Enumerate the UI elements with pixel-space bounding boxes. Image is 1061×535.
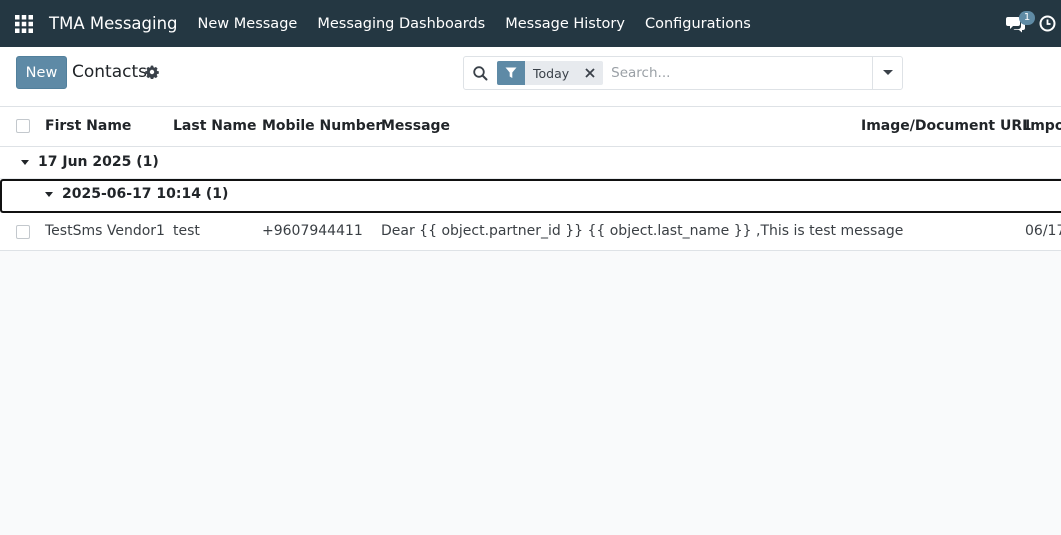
filter-facet: Today: [497, 61, 604, 85]
search-input[interactable]: [611, 58, 872, 88]
column-image-document-url[interactable]: Image/Document URL: [861, 118, 1031, 134]
chat-icon[interactable]: 1: [1001, 0, 1035, 47]
breadcrumb-title: Contacts: [72, 62, 147, 82]
cell-first-name: TestSms Vendor1: [45, 223, 165, 239]
cell-last-name: test: [173, 223, 200, 239]
menu-configurations[interactable]: Configurations: [635, 16, 761, 32]
menu-messaging-dashboards[interactable]: Messaging Dashboards: [307, 16, 495, 32]
caret-down-icon: [21, 160, 29, 165]
column-last-name[interactable]: Last Name: [173, 118, 257, 134]
caret-down-icon[interactable]: [872, 57, 902, 89]
search-icon[interactable]: [464, 57, 496, 89]
group-row-date[interactable]: 17 Jun 2025 (1): [0, 147, 1061, 179]
control-panel: New Contacts Today: [0, 47, 1061, 107]
column-message[interactable]: Message: [381, 118, 450, 134]
clock-icon[interactable]: [1039, 0, 1061, 47]
cell-mobile-number: +9607944411: [262, 223, 363, 239]
search-bar: Today: [463, 56, 903, 90]
filter-facet-label: Today: [525, 61, 578, 85]
contacts-list: First Name Last Name Mobile Number Messa…: [0, 107, 1061, 251]
group-row-datetime[interactable]: 2025-06-17 10:14 (1): [0, 179, 1061, 213]
row-checkbox[interactable]: [16, 225, 30, 239]
cell-import: 06/17: [1025, 223, 1061, 239]
column-first-name[interactable]: First Name: [45, 118, 131, 134]
chat-count-badge: 1: [1019, 11, 1035, 25]
column-import[interactable]: Impor: [1025, 118, 1061, 134]
group-label: 17 Jun 2025 (1): [38, 154, 159, 170]
table-row[interactable]: TestSms Vendor1 test +9607944411 Dear {{…: [0, 213, 1061, 251]
new-button[interactable]: New: [16, 56, 67, 89]
menu-message-history[interactable]: Message History: [495, 16, 635, 32]
close-icon[interactable]: [577, 61, 604, 85]
table-header: First Name Last Name Mobile Number Messa…: [0, 107, 1061, 147]
caret-down-icon: [45, 192, 53, 197]
app-brand[interactable]: TMA Messaging: [49, 14, 178, 33]
apps-grid-icon[interactable]: [0, 0, 48, 47]
cell-message: Dear {{ object.partner_id }} {{ object.l…: [381, 223, 904, 239]
menu-new-message[interactable]: New Message: [188, 16, 308, 32]
gear-icon[interactable]: [145, 65, 159, 79]
select-all-checkbox[interactable]: [16, 119, 30, 133]
filter-icon: [497, 61, 525, 85]
column-mobile-number[interactable]: Mobile Number: [262, 118, 382, 134]
top-navbar: TMA Messaging New Message Messaging Dash…: [0, 0, 1061, 47]
subgroup-label: 2025-06-17 10:14 (1): [62, 186, 229, 202]
